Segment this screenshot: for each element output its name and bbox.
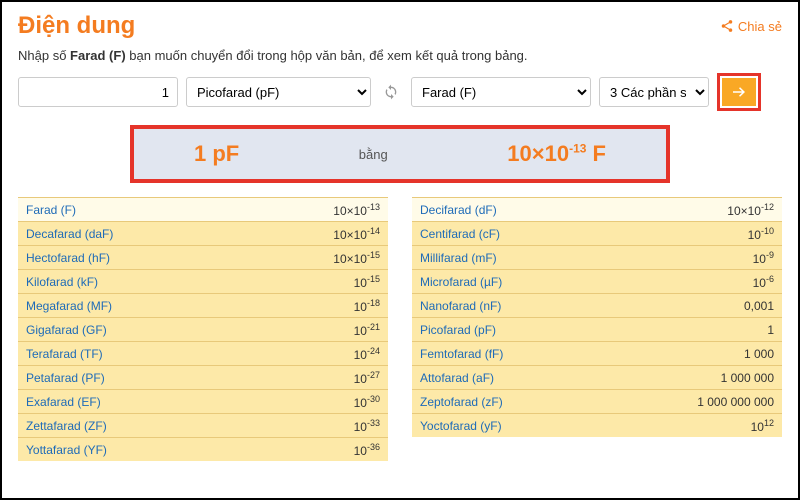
table-row: Yottafarad (YF) 10-36 (18, 437, 388, 461)
unit-value: 10×10-15 (333, 250, 380, 266)
share-button[interactable]: Chia sẻ (720, 19, 782, 34)
table-row: Attofarad (aF) 1 000 000 (412, 365, 782, 389)
table-row: Exafarad (EF) 10-30 (18, 389, 388, 413)
table-row: Millifarad (mF) 10-9 (412, 245, 782, 269)
share-icon (720, 19, 734, 33)
unit-link[interactable]: Millifarad (mF) (420, 251, 497, 265)
unit-link[interactable]: Kilofarad (kF) (26, 275, 98, 289)
unit-value: 10-21 (354, 322, 380, 338)
arrow-right-icon (730, 83, 748, 101)
unit-value: 1 000 000 000 (697, 395, 774, 409)
page-title: Điện dung (18, 12, 135, 40)
table-row: Decifarad (dF) 10×10-12 (412, 197, 782, 221)
result-equals-label: bằng (359, 147, 388, 162)
unit-value: 10-30 (354, 394, 380, 410)
unit-value: 10-15 (354, 274, 380, 290)
unit-value: 10-36 (354, 442, 380, 458)
unit-link[interactable]: Gigafarad (GF) (26, 323, 107, 337)
table-row: Microfarad (µF) 10-6 (412, 269, 782, 293)
share-label: Chia sẻ (738, 19, 782, 34)
unit-link[interactable]: Centifarad (cF) (420, 227, 500, 241)
controls-bar: Picofarad (pF) Farad (F) 3 Các phần số (18, 73, 782, 111)
unit-link[interactable]: Zettafarad (ZF) (26, 419, 107, 433)
unit-link[interactable]: Hectofarad (hF) (26, 251, 110, 265)
unit-value: 1 000 000 (721, 371, 774, 385)
result-from: 1 pF (194, 141, 239, 167)
table-row: Petafarad (PF) 10-27 (18, 365, 388, 389)
unit-link[interactable]: Yoctofarad (yF) (420, 419, 502, 433)
unit-link[interactable]: Farad (F) (26, 203, 76, 217)
table-row: Terafarad (TF) 10-24 (18, 341, 388, 365)
unit-value: 10×10-13 (333, 202, 380, 218)
table-row: Gigafarad (GF) 10-21 (18, 317, 388, 341)
unit-value: 0,001 (744, 299, 774, 313)
table-row: Zettafarad (ZF) 10-33 (18, 413, 388, 437)
table-row: Picofarad (pF) 1 (412, 317, 782, 341)
unit-value: 10×10-14 (333, 226, 380, 242)
unit-link[interactable]: Femtofarad (fF) (420, 347, 503, 361)
unit-value: 10-24 (354, 346, 380, 362)
unit-link[interactable]: Yottafarad (YF) (26, 443, 107, 457)
unit-value: 10-9 (753, 250, 774, 266)
table-row: Hectofarad (hF) 10×10-15 (18, 245, 388, 269)
go-button-highlight (717, 73, 761, 111)
precision-select[interactable]: 3 Các phần số (599, 77, 709, 107)
convert-button[interactable] (722, 78, 756, 106)
unit-link[interactable]: Petafarad (PF) (26, 371, 105, 385)
table-row: Decafarad (daF) 10×10-14 (18, 221, 388, 245)
unit-link[interactable]: Nanofarad (nF) (420, 299, 501, 313)
unit-value: 10-10 (748, 226, 774, 242)
unit-value: 10-33 (354, 418, 380, 434)
instruction-text: Nhập số Farad (F) bạn muốn chuyển đổi tr… (18, 48, 782, 63)
unit-link[interactable]: Megafarad (MF) (26, 299, 112, 313)
unit-link[interactable]: Attofarad (aF) (420, 371, 494, 385)
table-row: Nanofarad (nF) 0,001 (412, 293, 782, 317)
unit-link[interactable]: Decifarad (dF) (420, 203, 497, 217)
table-row: Femtofarad (fF) 1 000 (412, 341, 782, 365)
unit-value: 1 000 (744, 347, 774, 361)
unit-link[interactable]: Terafarad (TF) (26, 347, 103, 361)
result-band: 1 pF bằng 10×10-13 F (130, 125, 670, 183)
result-to: 10×10-13 F (507, 141, 606, 167)
unit-value: 1012 (751, 418, 774, 434)
unit-value: 10-18 (354, 298, 380, 314)
table-row: Yoctofarad (yF) 1012 (412, 413, 782, 437)
unit-value: 10-27 (354, 370, 380, 386)
table-row: Farad (F) 10×10-13 (18, 197, 388, 221)
table-row: Kilofarad (kF) 10-15 (18, 269, 388, 293)
unit-value: 1 (767, 323, 774, 337)
unit-link[interactable]: Picofarad (pF) (420, 323, 496, 337)
unit-from-select[interactable]: Picofarad (pF) (186, 77, 371, 107)
unit-link[interactable]: Microfarad (µF) (420, 275, 502, 289)
unit-link[interactable]: Zeptofarad (zF) (420, 395, 503, 409)
unit-link[interactable]: Decafarad (daF) (26, 227, 113, 241)
table-row: Zeptofarad (zF) 1 000 000 000 (412, 389, 782, 413)
unit-to-select[interactable]: Farad (F) (411, 77, 591, 107)
table-row: Megafarad (MF) 10-18 (18, 293, 388, 317)
unit-value: 10-6 (753, 274, 774, 290)
value-input[interactable] (18, 77, 178, 107)
swap-icon[interactable] (379, 80, 403, 104)
unit-link[interactable]: Exafarad (EF) (26, 395, 101, 409)
unit-value: 10×10-12 (727, 202, 774, 218)
table-row: Centifarad (cF) 10-10 (412, 221, 782, 245)
